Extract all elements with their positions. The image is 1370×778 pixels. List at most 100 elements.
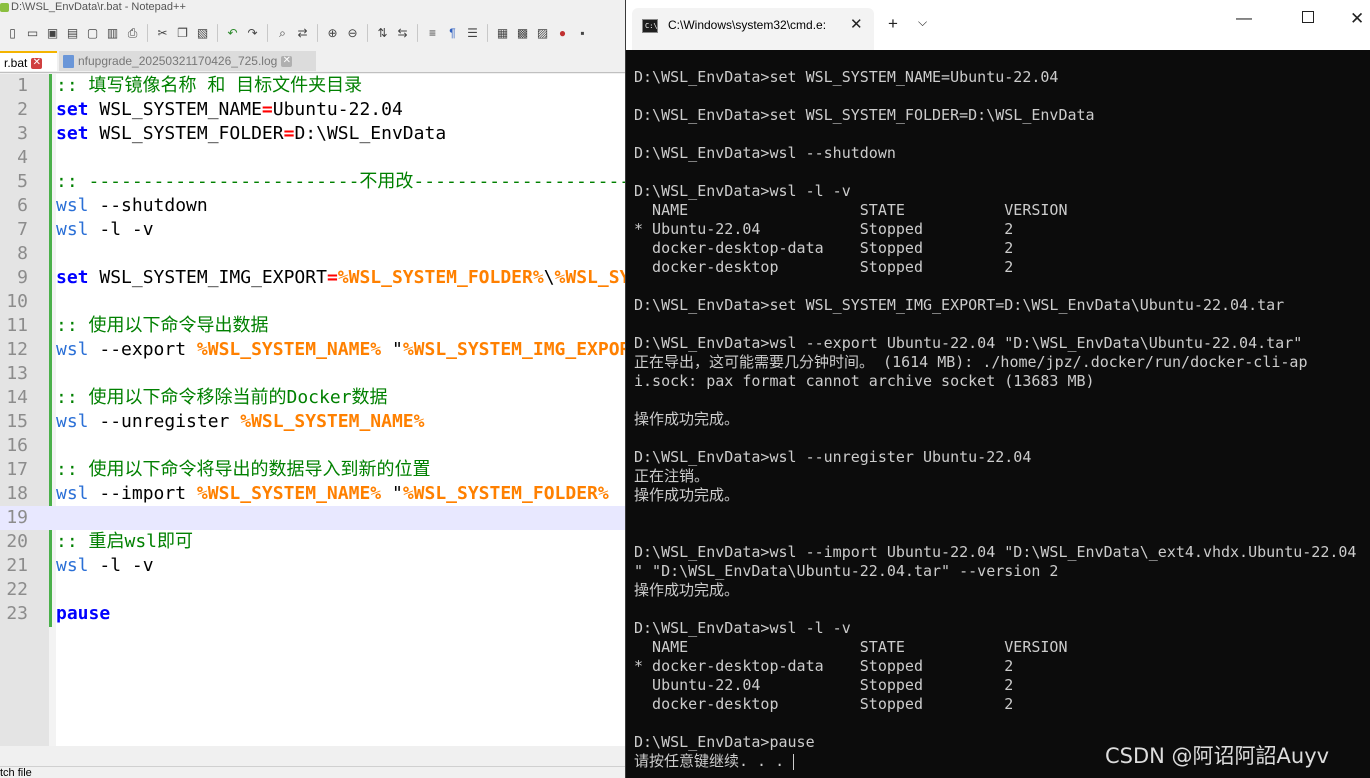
watermark: CSDN @阿诏阿詔Auyv [1105, 744, 1330, 768]
code-line[interactable]: 8 [0, 242, 630, 266]
maximize-icon[interactable] [1302, 11, 1314, 23]
close-window-icon[interactable]: ✕ [1350, 9, 1364, 29]
code-line[interactable]: 17:: 使用以下命令将导出的数据导入到新的位置 [0, 458, 630, 482]
code-line[interactable]: 7 wsl -l -v [0, 218, 630, 242]
code-text: :: 填写镜像名称 和 目标文件夹目录 [56, 75, 363, 96]
code-line[interactable]: 12 wsl --export %WSL_SYSTEM_NAME% "%WSL_S… [0, 338, 630, 362]
tab-label: nfupgrade_20250321170426_725.log [78, 54, 278, 68]
save-all-icon[interactable]: ▤ [64, 25, 81, 42]
text-cursor [793, 753, 795, 770]
code-text: wsl --export %WSL_SYSTEM_NAME% "%WSL_SYS… [56, 339, 630, 360]
code-line[interactable]: 3 set WSL_SYSTEM_FOLDER=D:\WSL_EnvData [0, 122, 630, 146]
code-line[interactable]: 16 [0, 434, 630, 458]
code-line[interactable]: 22 [0, 578, 630, 602]
sync-h-icon[interactable]: ⇆ [394, 25, 411, 42]
sync-v-icon[interactable]: ⇅ [374, 25, 391, 42]
print-icon[interactable]: ⎙ [124, 25, 141, 42]
cmd-tab[interactable]: C:\ C:\Windows\system32\cmd.e: ✕ [632, 8, 874, 50]
line-number: 3 [17, 123, 28, 144]
console-line: D:\WSL_EnvData>wsl --unregister Ubuntu-2… [634, 448, 1032, 466]
line-number: 18 [6, 483, 28, 504]
code-line[interactable]: 13 [0, 362, 630, 386]
console-output[interactable]: D:\WSL_EnvData>set WSL_SYSTEM_NAME=Ubunt… [634, 68, 1369, 771]
code-line[interactable]: 19 [0, 506, 630, 530]
code-line[interactable]: 11:: 使用以下命令导出数据 [0, 314, 630, 338]
code-text: set WSL_SYSTEM_IMG_EXPORT=%WSL_SYSTEM_FO… [56, 267, 630, 288]
close-tab-icon[interactable]: ✕ [31, 58, 43, 70]
code-line[interactable]: 23 pause [0, 602, 630, 626]
save-icon[interactable]: ▣ [44, 25, 61, 42]
line-number: 22 [6, 579, 28, 600]
redo-icon[interactable]: ↷ [244, 25, 261, 42]
close-all-icon[interactable]: ▥ [104, 25, 121, 42]
line-number: 7 [17, 219, 28, 240]
console-line: docker-desktop Stopped 2 [634, 258, 1014, 276]
code-line[interactable]: 6 wsl --shutdown [0, 194, 630, 218]
zoom-out-icon[interactable]: ⊖ [344, 25, 361, 42]
minimize-icon[interactable]: — [1236, 10, 1252, 28]
record-macro-icon[interactable]: ● [554, 25, 571, 42]
notepad-title-bar: D:\WSL_EnvData\r.bat - Notepad++ [0, 0, 630, 16]
chevron-down-icon[interactable]: ⌵ [918, 15, 927, 30]
console-line: D:\WSL_EnvData>set WSL_SYSTEM_IMG_EXPORT… [634, 296, 1285, 314]
code-line[interactable]: 14:: 使用以下命令移除当前的Docker数据 [0, 386, 630, 410]
zoom-in-icon[interactable]: ⊕ [324, 25, 341, 42]
notepad-app-icon [0, 3, 9, 12]
code-line[interactable]: 18 wsl --import %WSL_SYSTEM_NAME% "%WSL_S… [0, 482, 630, 506]
folder-workspace-icon[interactable]: ▨ [534, 25, 551, 42]
undo-icon[interactable]: ↶ [224, 25, 241, 42]
console-line: Ubuntu-22.04 Stopped 2 [634, 676, 1014, 694]
tab-nfupgrade-log[interactable]: nfupgrade_20250321170426_725.log ✕ [59, 51, 316, 71]
code-line[interactable]: 10 [0, 290, 630, 314]
console-line: D:\WSL_EnvData>wsl --import Ubuntu-22.04… [634, 543, 1357, 561]
new-tab-icon[interactable]: + [888, 14, 898, 34]
open-file-icon[interactable]: ▭ [24, 25, 41, 42]
new-file-icon[interactable]: ▯ [4, 25, 21, 42]
indent-guide-icon[interactable]: ☰ [464, 25, 481, 42]
status-bar: tch file [0, 766, 630, 778]
close-icon[interactable]: ▢ [84, 25, 101, 42]
code-line[interactable]: 4 [0, 146, 630, 170]
status-text: tch file [0, 767, 32, 778]
console-line: D:\WSL_EnvData>wsl --shutdown [634, 144, 896, 162]
code-line[interactable]: 5:: -------------------------不用改--------… [0, 170, 630, 194]
wrap-icon[interactable]: ≡ [424, 25, 441, 42]
code-editor[interactable]: 1:: 填写镜像名称 和 目标文件夹目录 2 set WSL_SYSTEM_NAME… [0, 74, 630, 746]
code-line[interactable]: 9 set WSL_SYSTEM_IMG_EXPORT=%WSL_SYSTEM_F… [0, 266, 630, 290]
code-text: set WSL_SYSTEM_FOLDER=D:\WSL_EnvData [56, 123, 447, 144]
close-tab-icon[interactable]: ✕ [850, 15, 863, 33]
macro-icon[interactable]: ▪ [574, 25, 591, 42]
code-line[interactable]: 1:: 填写镜像名称 和 目标文件夹目录 [0, 74, 630, 98]
line-number: 20 [6, 531, 28, 552]
line-number: 11 [6, 315, 28, 336]
code-line[interactable]: 20:: 重启wsl即可 [0, 530, 630, 554]
line-number: 4 [17, 147, 28, 168]
show-all-chars-icon[interactable]: ¶ [444, 25, 461, 42]
code-text: wsl --import %WSL_SYSTEM_NAME% "%WSL_SYS… [56, 483, 609, 504]
notepad-window: D:\WSL_EnvData\r.bat - Notepad++ ▯ ▭ ▣ ▤… [0, 0, 630, 778]
doc-map-icon[interactable]: ▦ [494, 25, 511, 42]
cut-icon[interactable]: ✂ [154, 25, 171, 42]
paste-icon[interactable]: ▧ [194, 25, 211, 42]
function-list-icon[interactable]: ▩ [514, 25, 531, 42]
console-line: NAME STATE VERSION [634, 201, 1068, 219]
line-number: 15 [6, 411, 28, 432]
code-line[interactable]: 15 wsl --unregister %WSL_SYSTEM_NAME% [0, 410, 630, 434]
tab-r-bat[interactable]: r.bat ✕ [0, 51, 57, 71]
close-tab-icon[interactable]: ✕ [281, 56, 293, 68]
code-line[interactable]: 21 wsl -l -v [0, 554, 630, 578]
console-line: " "D:\WSL_EnvData\Ubuntu-22.04.tar" --ve… [634, 562, 1059, 580]
console-line: D:\WSL_EnvData>wsl -l -v [634, 619, 851, 637]
notepad-toolbar: ▯ ▭ ▣ ▤ ▢ ▥ ⎙ ✂ ❐ ▧ ↶ ↷ ⌕ ⇄ ⊕ ⊖ ⇅ ⇆ ≡ ¶ … [0, 18, 630, 48]
copy-icon[interactable]: ❐ [174, 25, 191, 42]
find-icon[interactable]: ⌕ [274, 25, 291, 42]
code-line[interactable]: 2 set WSL_SYSTEM_NAME=Ubuntu-22.04 [0, 98, 630, 122]
replace-icon[interactable]: ⇄ [294, 25, 311, 42]
console-line: D:\WSL_EnvData>wsl --export Ubuntu-22.04… [634, 334, 1303, 352]
line-number: 8 [17, 243, 28, 264]
